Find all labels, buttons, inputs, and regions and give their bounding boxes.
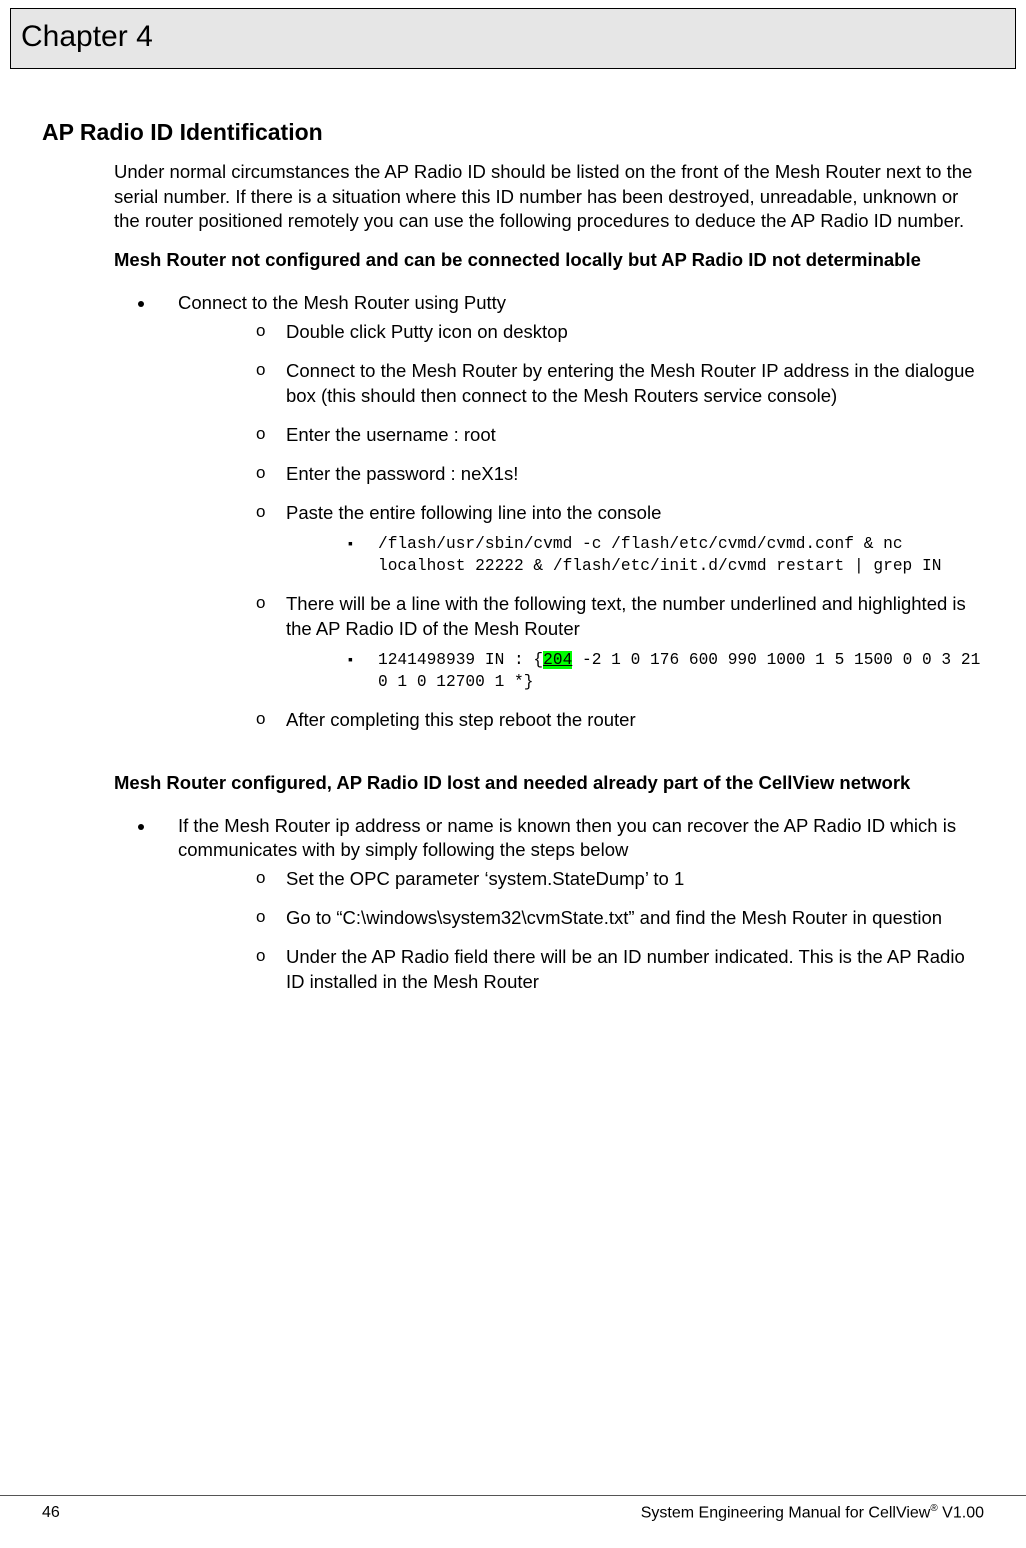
list-item: Under the AP Radio field there will be a… bbox=[256, 945, 984, 995]
scenario1-steps: Double click Putty icon on desktop Conne… bbox=[178, 320, 984, 732]
step-text: Double click Putty icon on desktop bbox=[286, 321, 568, 342]
list-item: Set the OPC parameter ‘system.StateDump’… bbox=[256, 867, 984, 892]
code-sublist: 1241498939 IN : {204 -2 1 0 176 600 990 … bbox=[286, 650, 984, 694]
code-pre: 1241498939 IN : { bbox=[378, 651, 543, 669]
step-text: Enter the password : neX1s! bbox=[286, 463, 518, 484]
list-item: Connect to the Mesh Router by entering t… bbox=[256, 359, 984, 409]
intro-paragraph: Under normal circumstances the AP Radio … bbox=[42, 160, 984, 235]
code-sublist: /flash/usr/sbin/cvmd -c /flash/etc/cvmd/… bbox=[286, 534, 984, 578]
section-heading: AP Radio ID Identification bbox=[42, 117, 984, 148]
registered-mark: ® bbox=[930, 1503, 937, 1514]
step-text: Under the AP Radio field there will be a… bbox=[286, 946, 965, 992]
page-number: 46 bbox=[42, 1502, 60, 1524]
step-text: Enter the username : root bbox=[286, 424, 496, 445]
step-text: Paste the entire following line into the… bbox=[286, 502, 661, 523]
list-item: Connect to the Mesh Router using Putty D… bbox=[156, 291, 984, 732]
bullet-text: Connect to the Mesh Router using Putty bbox=[178, 292, 506, 313]
page-footer: 46 System Engineering Manual for CellVie… bbox=[0, 1495, 1026, 1524]
bullet-text: If the Mesh Router ip address or name is… bbox=[178, 815, 956, 861]
list-item: If the Mesh Router ip address or name is… bbox=[156, 814, 984, 996]
step-text: Connect to the Mesh Router by entering t… bbox=[286, 360, 975, 406]
scenario2-steps: Set the OPC parameter ‘system.StateDump’… bbox=[178, 867, 984, 995]
chapter-heading-band: Chapter 4 bbox=[10, 8, 1016, 69]
list-item: Paste the entire following line into the… bbox=[256, 501, 984, 578]
list-item: Enter the password : neX1s! bbox=[256, 462, 984, 487]
code-line: 1241498939 IN : {204 -2 1 0 176 600 990 … bbox=[348, 650, 984, 694]
scenario2-heading: Mesh Router configured, AP Radio ID lost… bbox=[42, 771, 984, 796]
list-item: After completing this step reboot the ro… bbox=[256, 708, 984, 733]
scenario1-heading: Mesh Router not configured and can be co… bbox=[42, 248, 984, 273]
step-text: There will be a line with the following … bbox=[286, 593, 966, 639]
step-text: Set the OPC parameter ‘system.StateDump’… bbox=[286, 868, 684, 889]
step-text: Go to “C:\windows\system32\cvmState.txt”… bbox=[286, 907, 942, 928]
list-item: Double click Putty icon on desktop bbox=[256, 320, 984, 345]
manual-page: Chapter 4 AP Radio ID Identification Und… bbox=[0, 8, 1026, 1548]
code-line: /flash/usr/sbin/cvmd -c /flash/etc/cvmd/… bbox=[348, 534, 984, 578]
spacer bbox=[42, 747, 984, 771]
step-text: After completing this step reboot the ro… bbox=[286, 709, 636, 730]
list-item: Go to “C:\windows\system32\cvmState.txt”… bbox=[256, 906, 984, 931]
list-item: Enter the username : root bbox=[256, 423, 984, 448]
scenario1-bullet-list: Connect to the Mesh Router using Putty D… bbox=[42, 291, 984, 732]
highlighted-id: 204 bbox=[543, 651, 572, 669]
scenario2-bullet-list: If the Mesh Router ip address or name is… bbox=[42, 814, 984, 996]
doc-title: System Engineering Manual for CellView® … bbox=[641, 1502, 984, 1524]
page-content: AP Radio ID Identification Under normal … bbox=[0, 69, 1026, 996]
chapter-label: Chapter 4 bbox=[21, 20, 153, 53]
list-item: There will be a line with the following … bbox=[256, 592, 984, 694]
